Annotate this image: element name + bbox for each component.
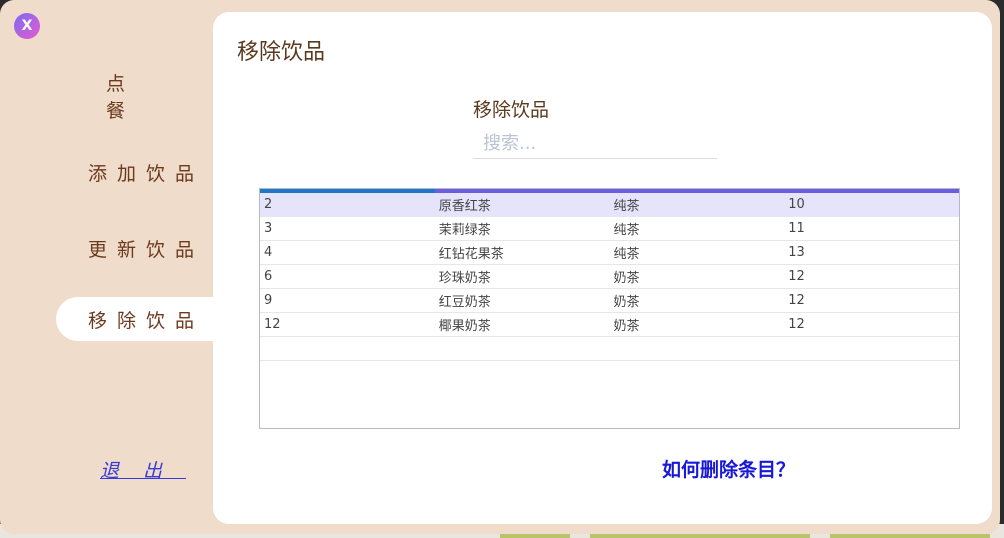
sidebar-item-remove-drink[interactable]: 移除饮品 (56, 297, 226, 341)
sidebar-item-label: 更新饮品 (87, 238, 204, 261)
table-row[interactable]: 6 珍珠奶茶 奶茶 12 (260, 265, 959, 289)
table-cell: 13 (788, 245, 805, 260)
table-cell: 12 (788, 293, 805, 308)
table-cell: 珍珠奶茶 (438, 271, 491, 286)
page-title: 移除饮品 (237, 40, 326, 65)
table-header-segment (260, 189, 435, 193)
table-cell: 10 (788, 197, 805, 212)
table-cell: 4 (264, 245, 273, 260)
sidebar-item-add-drink[interactable]: 添加饮品 (56, 150, 226, 194)
table-cell: 奶茶 (613, 319, 640, 334)
drinks-table[interactable]: 2 原香红茶 纯茶 10 3 茉莉绿茶 纯茶 11 4 红钻花果茶 纯茶 13 6 珍珠奶茶 奶茶 12 9 红豆… (259, 188, 960, 429)
table-header-bar (260, 189, 959, 193)
table-cell: 纯茶 (613, 223, 640, 238)
table-cell: 12 (788, 317, 805, 332)
exit-link[interactable]: 退出 (100, 456, 186, 483)
table-cell: 2 (264, 197, 273, 212)
table-body: 2 原香红茶 纯茶 10 3 茉莉绿茶 纯茶 11 4 红钻花果茶 纯茶 13 6 珍珠奶茶 奶茶 12 9 红豆… (260, 193, 959, 361)
sidebar-item-label: 移除饮品 (87, 309, 204, 332)
table-cell: 纯茶 (613, 199, 640, 214)
table-cell: 原香红茶 (438, 199, 491, 214)
table-cell: 红钻花果茶 (438, 247, 504, 262)
table-row[interactable]: 12 椰果奶茶 奶茶 12 (260, 313, 959, 337)
table-cell: 3 (264, 221, 273, 236)
background-block (590, 534, 810, 538)
sidebar-item-order[interactable]: 点餐 (56, 73, 226, 122)
table-cell: 11 (788, 221, 805, 236)
table-row[interactable]: 3 茉莉绿茶 纯茶 11 (260, 217, 959, 241)
table-cell: 9 (264, 293, 273, 308)
app-window: X 点餐 添加饮品 更新饮品 移除饮品 退出 移除饮品 移除饮品 2原香红茶纯茶… (0, 0, 1000, 534)
background-block (500, 534, 570, 538)
table-cell: 椰果奶茶 (438, 319, 491, 334)
table-row-empty (260, 337, 959, 361)
sidebar-item-label: 点餐 (106, 73, 176, 122)
main-panel: 移除饮品 移除饮品 2原香红茶纯茶103茉莉绿茶纯茶114红钻花果茶纯茶136珍… (213, 12, 992, 524)
table-cell: 12 (788, 269, 805, 284)
table-cell: 茉莉绿茶 (438, 223, 491, 238)
table-row[interactable]: 9 红豆奶茶 奶茶 12 (260, 289, 959, 313)
search-input[interactable] (473, 129, 717, 159)
table-header-segment (435, 189, 959, 193)
table-row[interactable]: 4 红钻花果茶 纯茶 13 (260, 241, 959, 265)
table-cell: 纯茶 (613, 247, 640, 262)
table-cell: 6 (264, 269, 273, 284)
close-button[interactable]: X (14, 13, 40, 39)
help-link[interactable]: 如何删除条目？ (662, 455, 795, 482)
table-cell: 红豆奶茶 (438, 295, 491, 310)
close-icon: X (21, 18, 33, 34)
table-cell: 奶茶 (613, 295, 640, 310)
section-title: 移除饮品 (473, 99, 550, 121)
table-row[interactable]: 2 原香红茶 纯茶 10 (260, 193, 959, 217)
sidebar-item-update-drink[interactable]: 更新饮品 (56, 226, 226, 270)
table-cell: 奶茶 (613, 271, 640, 286)
table-cell: 12 (264, 317, 281, 332)
background-block (830, 534, 990, 538)
sidebar-item-label: 添加饮品 (87, 162, 204, 185)
